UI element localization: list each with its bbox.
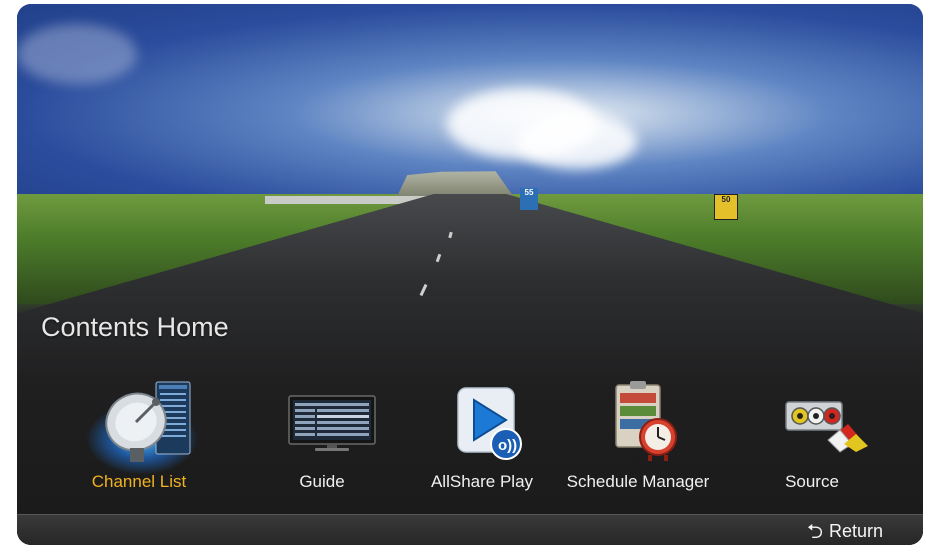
- return-label: Return: [828, 521, 883, 541]
- cloud: [517, 114, 637, 169]
- menu-item-allshare-play[interactable]: o)) AllShare Play: [407, 364, 557, 504]
- speed-limit-sign: 50: [714, 194, 738, 220]
- av-source-icon: [782, 394, 872, 454]
- contents-home-screen: 55 50 Contents Home Channel List Guide o…: [17, 4, 923, 545]
- allshare-play-icon: o)): [454, 382, 524, 462]
- content-menu: Channel List Guide o)) AllShare Play Sch…: [17, 364, 923, 504]
- tv-guide-icon: [287, 394, 377, 454]
- svg-text:o)): o)): [498, 437, 517, 454]
- cloud: [17, 24, 137, 84]
- satellite-dish-icon: [104, 376, 194, 466]
- schedule-clock-icon: [608, 379, 683, 464]
- return-button[interactable]: ⮌ Return: [807, 521, 883, 542]
- page-title: Contents Home: [41, 312, 229, 342]
- menu-item-source[interactable]: Source: [737, 364, 887, 504]
- menu-item-label: Guide: [299, 472, 345, 491]
- menu-item-label: Channel List: [91, 472, 187, 491]
- return-arrow-icon: ⮌: [806, 520, 823, 543]
- menu-item-label: Source: [785, 472, 839, 491]
- bottom-bar: ⮌ Return: [17, 514, 923, 545]
- menu-item-label: Schedule Manager: [566, 472, 710, 491]
- menu-item-schedule-manager[interactable]: Schedule Manager: [563, 364, 713, 504]
- exit-sign: 55: [520, 188, 538, 210]
- menu-item-label: AllShare Play: [430, 472, 534, 491]
- menu-item-channel-list[interactable]: Channel List: [64, 364, 214, 504]
- menu-item-guide[interactable]: Guide: [247, 364, 397, 504]
